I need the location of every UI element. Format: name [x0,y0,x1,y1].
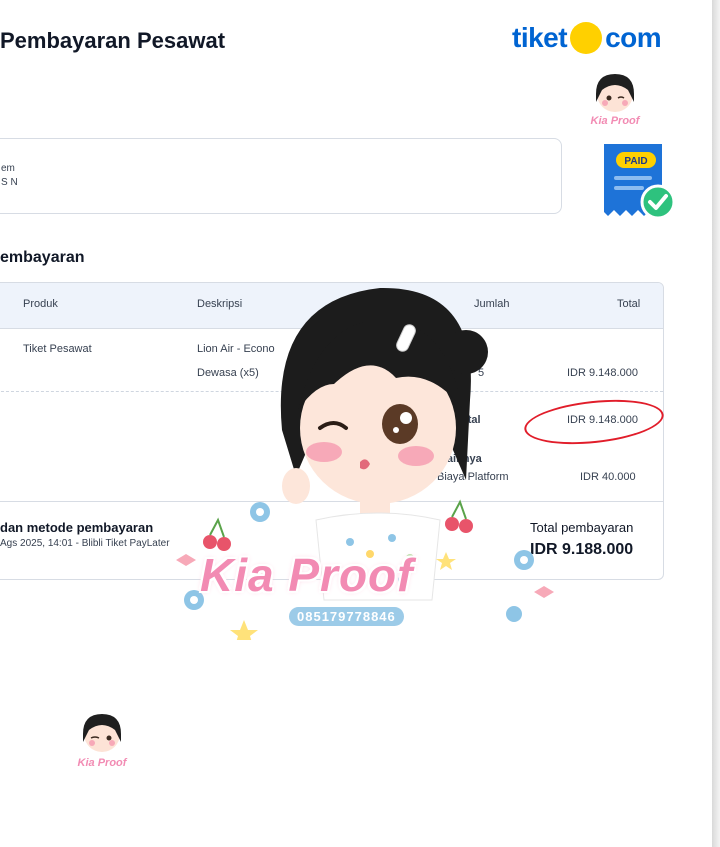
row-divider [0,391,663,392]
col-header-produk: Produk [23,298,58,310]
brand-text-right: com [605,22,662,53]
watermark-text: Kia Proof [200,549,414,601]
watermark-phone: 085179778846 [289,607,404,626]
footer-divider [0,501,663,502]
row-total: IDR 9.148.000 [567,367,638,379]
watermark-sticker-small-bottom: Kia Proof [66,708,138,772]
platform-fee-label: Biaya Platform [437,471,509,483]
col-header-total: Total [617,298,641,310]
tiket-com-logo: tiket com [512,22,662,54]
payment-method-label: dan metode pembayaran [0,520,154,535]
payment-method-detail: Ags 2025, 14:01 - Blibli Tiket PayLater [0,538,170,549]
booking-info-card: em S N [0,138,562,214]
svg-text:Kia Proof: Kia Proof [591,115,641,127]
brand-dot-icon [570,22,603,54]
platform-fee-value: IDR 40.000 [580,471,636,483]
info-line-2: S N [1,177,18,188]
info-line-1: em [1,163,15,174]
paid-receipt-icon: PAID [598,140,678,231]
other-fees-heading: a Lainnya [431,453,482,465]
row-deskripsi: Lion Air - Econo [197,343,275,355]
paid-label: PAID [624,156,647,167]
table-header-row: Produk Deskripsi Jumlah Total [0,283,663,329]
row-produk: Tiket Pesawat [23,343,92,355]
subtotal-label: otal [461,414,481,426]
col-header-deskripsi: Deskripsi [197,298,243,310]
total-payment-label: Total pembayaran [530,520,634,535]
page-title: Pembayaran Pesawat [0,28,226,53]
col-header-jumlah: Jumlah [474,298,510,310]
watermark-sticker-small-top: Kia Proof [580,68,650,130]
scan-edge [712,0,720,847]
brand-text-left: tiket [512,22,568,53]
section-title-payment: embayaran [0,249,85,266]
total-payment-value: IDR 9.188.000 [530,541,634,558]
row-jumlah: 5 [478,367,485,379]
small-watermark-text: Kia Proof [78,757,128,769]
row-deskripsi-passengers: Dewasa (x5) [197,367,259,379]
